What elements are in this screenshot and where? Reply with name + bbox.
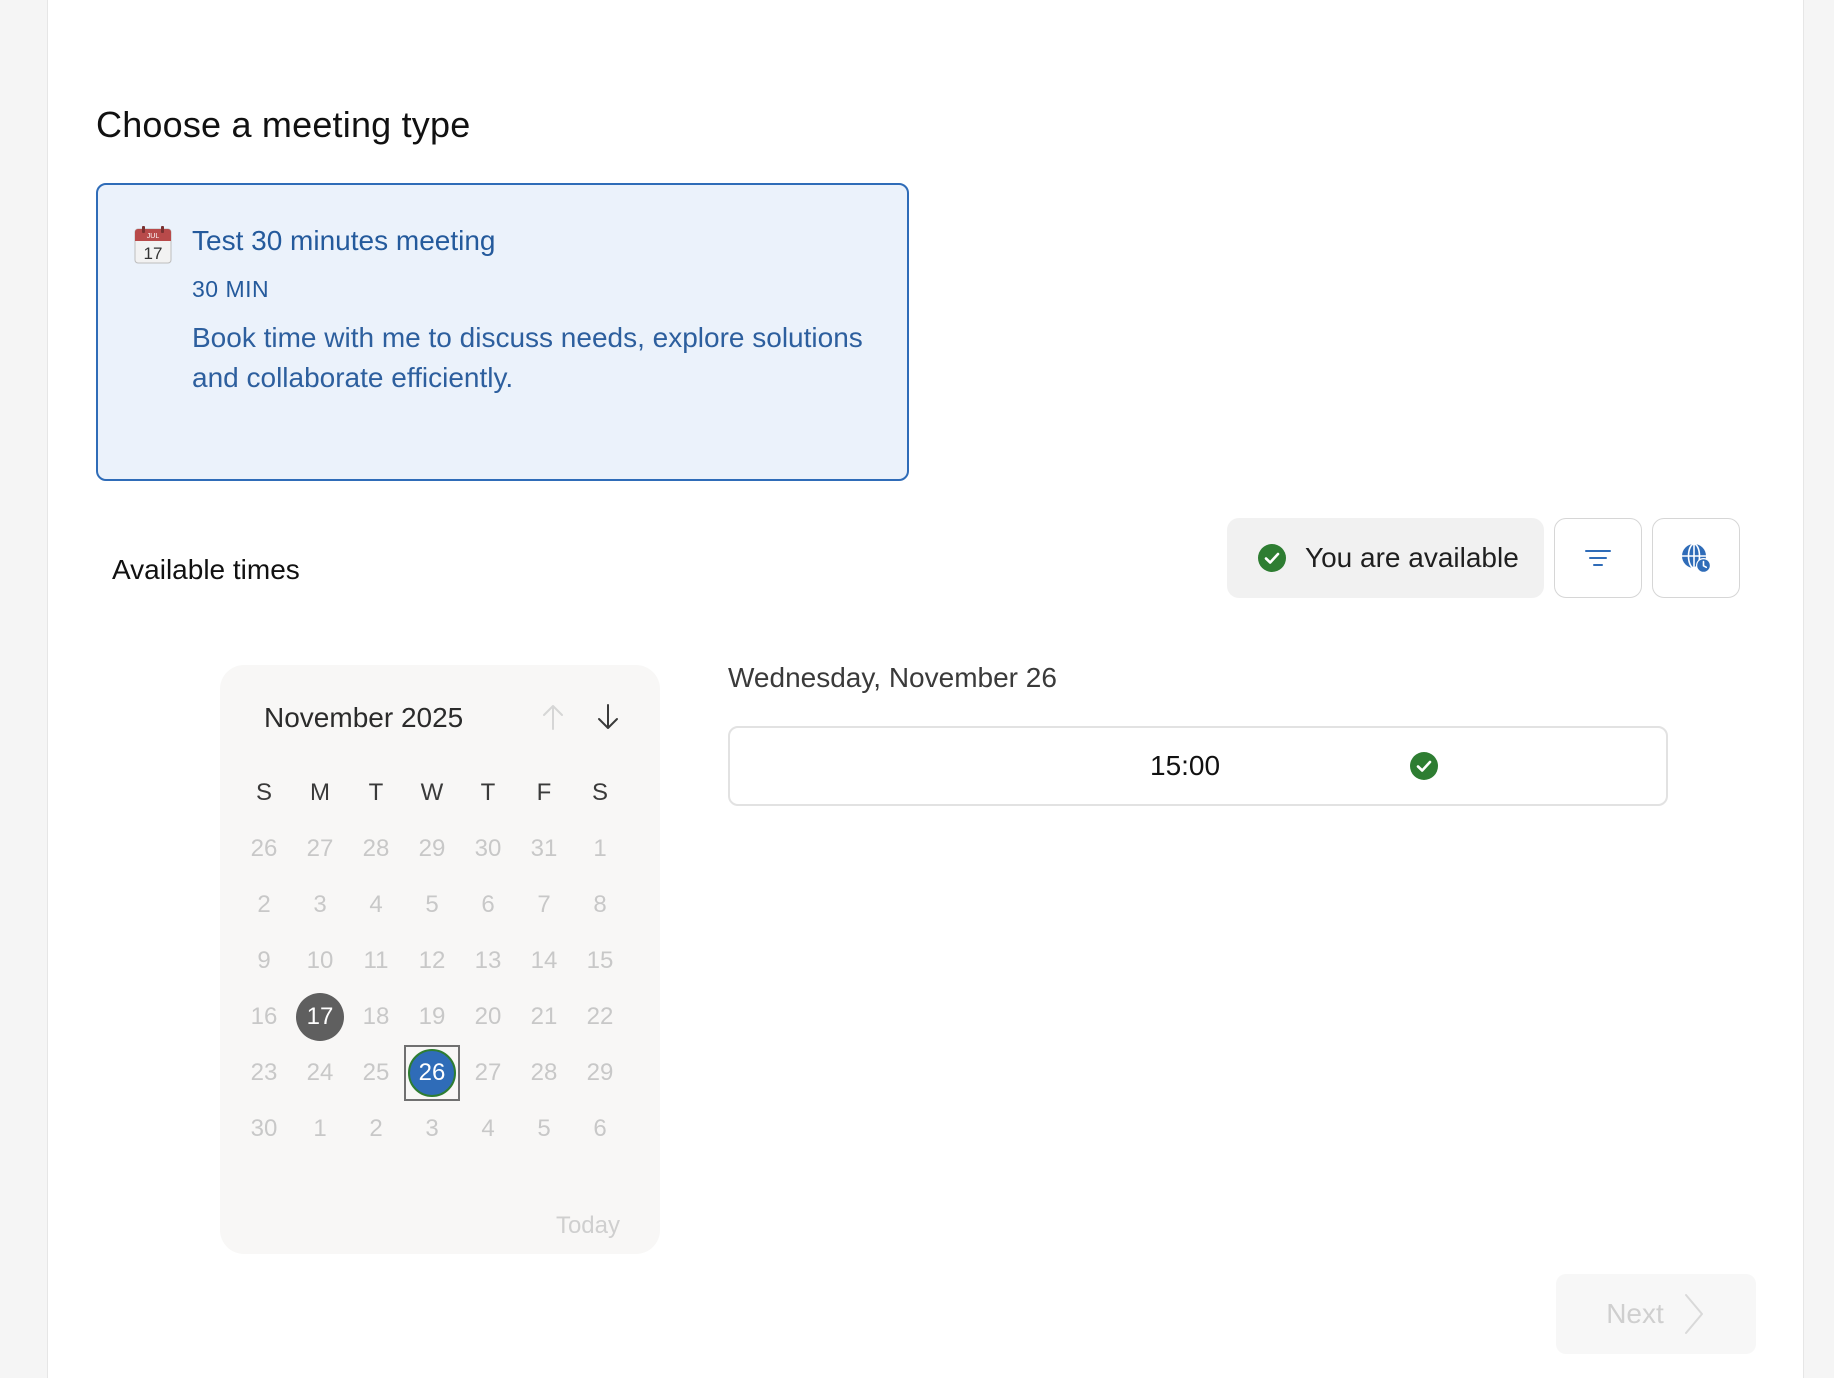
weekday-label: T xyxy=(480,779,496,806)
selected-date-heading: Wednesday, November 26 xyxy=(728,662,1057,693)
calendar-day[interactable]: 6 xyxy=(572,1101,628,1157)
calendar-day[interactable]: 20 xyxy=(460,989,516,1045)
calendar-day-today[interactable]: 17 xyxy=(292,989,348,1045)
meeting-type-card[interactable]: JUL 17 Test 30 minutes meeting 30 MIN Bo… xyxy=(96,183,909,481)
calendar-day[interactable]: 2 xyxy=(348,1101,404,1157)
calendar-day[interactable]: 27 xyxy=(460,1045,516,1101)
time-slot-label: 15:00 xyxy=(1150,750,1221,781)
calendar-day-label: 26 xyxy=(408,1049,456,1097)
svg-text:JUL: JUL xyxy=(147,233,160,240)
calendar-day[interactable]: 2 xyxy=(236,877,292,933)
weekday-label: T xyxy=(368,779,384,806)
calendar-day[interactable]: 16 xyxy=(236,989,292,1045)
calendar-day[interactable]: 6 xyxy=(460,877,516,933)
calendar-day[interactable]: 15 xyxy=(572,933,628,989)
arrow-up-icon xyxy=(543,705,563,730)
time-slot[interactable]: 15:00 xyxy=(728,726,1668,806)
calendar-day[interactable]: 28 xyxy=(348,821,404,877)
weekday-label: S xyxy=(591,779,608,806)
weekday-label: W xyxy=(420,779,444,806)
calendar-day[interactable]: 30 xyxy=(460,821,516,877)
calendar-day[interactable]: 10 xyxy=(292,933,348,989)
scheduling-page: Choose a meeting type JUL 17 Test 30 min… xyxy=(47,0,1804,1378)
filter-icon xyxy=(1585,550,1611,566)
weekday-label: M xyxy=(310,779,330,806)
calendar-day[interactable]: 23 xyxy=(236,1045,292,1101)
available-times-label: Available times xyxy=(112,554,300,585)
next-button[interactable]: Next xyxy=(1556,1274,1756,1354)
calendar-day[interactable]: 13 xyxy=(460,933,516,989)
check-circle-icon xyxy=(1258,544,1286,572)
calendar-day[interactable]: 3 xyxy=(404,1101,460,1157)
calendar-day[interactable]: 25 xyxy=(348,1045,404,1101)
next-button-label: Next xyxy=(1606,1298,1664,1329)
meeting-title: Test 30 minutes meeting xyxy=(192,225,496,256)
meeting-description: Book time with me to discuss needs, expl… xyxy=(192,322,863,393)
calendar-day[interactable]: 12 xyxy=(404,933,460,989)
calendar-day-selected[interactable]: 26 xyxy=(404,1045,460,1101)
timezone-button[interactable] xyxy=(1652,518,1740,598)
calendar-day[interactable]: 21 xyxy=(516,989,572,1045)
calendar-day[interactable]: 30 xyxy=(236,1101,292,1157)
calendar-day[interactable]: 9 xyxy=(236,933,292,989)
calendar-day[interactable]: 5 xyxy=(404,877,460,933)
calendar-day-label: 17 xyxy=(296,993,344,1041)
check-circle-icon xyxy=(1410,752,1438,780)
svg-text:17: 17 xyxy=(144,244,163,263)
calendar-day[interactable]: 27 xyxy=(292,821,348,877)
globe-clock-icon xyxy=(1682,543,1711,573)
meeting-duration: 30 MIN xyxy=(192,276,270,302)
calendar-day[interactable]: 1 xyxy=(292,1101,348,1157)
calendar-day[interactable]: 3 xyxy=(292,877,348,933)
calendar-icon: JUL 17 xyxy=(134,226,172,264)
calendar-day[interactable]: 8 xyxy=(572,877,628,933)
calendar-day[interactable]: 4 xyxy=(460,1101,516,1157)
calendar-day[interactable]: 4 xyxy=(348,877,404,933)
calendar-grid: S M T W T F S 26 27 28 29 30 31 1 2 3 4 5 6 7 8 9 10 11 12 13 14 15… xyxy=(236,765,628,1157)
calendar-day[interactable]: 24 xyxy=(292,1045,348,1101)
calendar-day[interactable]: 18 xyxy=(348,989,404,1045)
page-title: Choose a meeting type xyxy=(96,104,471,145)
date-picker-calendar: November 2025 S M T W T F S 26 27 28 29 30 31 1 2 3 4 5 6 7… xyxy=(220,665,660,1254)
calendar-day[interactable]: 29 xyxy=(572,1045,628,1101)
arrow-down-icon xyxy=(598,704,618,729)
calendar-day[interactable]: 29 xyxy=(404,821,460,877)
weekday-label: F xyxy=(536,779,552,806)
calendar-day[interactable]: 5 xyxy=(516,1101,572,1157)
filter-button[interactable] xyxy=(1554,518,1642,598)
availability-status-badge: You are available xyxy=(1227,518,1544,598)
calendar-month-label: November 2025 xyxy=(264,702,464,733)
previous-month-button[interactable] xyxy=(535,699,571,735)
calendar-day[interactable]: 1 xyxy=(572,821,628,877)
calendar-day[interactable]: 26 xyxy=(236,821,292,877)
calendar-day[interactable]: 31 xyxy=(516,821,572,877)
today-button[interactable]: Today xyxy=(556,1212,620,1240)
weekday-label: S xyxy=(255,779,272,806)
next-month-button[interactable] xyxy=(590,699,626,735)
calendar-day[interactable]: 19 xyxy=(404,989,460,1045)
chevron-right-icon xyxy=(1684,1294,1703,1334)
availability-status-text: You are available xyxy=(1305,542,1519,573)
calendar-day[interactable]: 28 xyxy=(516,1045,572,1101)
calendar-day[interactable]: 11 xyxy=(348,933,404,989)
calendar-day[interactable]: 22 xyxy=(572,989,628,1045)
calendar-day[interactable]: 7 xyxy=(516,877,572,933)
calendar-day[interactable]: 14 xyxy=(516,933,572,989)
